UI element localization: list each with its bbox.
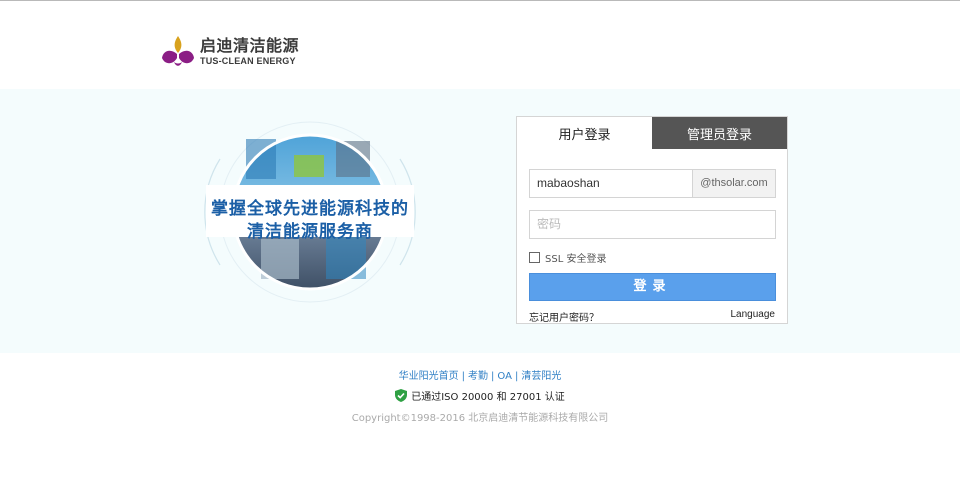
- separator: |: [514, 371, 519, 382]
- username-field[interactable]: mabaoshan @thsolar.com: [529, 169, 776, 198]
- footer-link-oa[interactable]: OA: [497, 371, 512, 382]
- footer-link-qingyun[interactable]: 清芸阳光: [521, 371, 561, 382]
- slogan-line-2: 清洁能源服务商: [247, 222, 373, 242]
- login-panel: 用户登录 管理员登录 mabaoshan @thsolar.com 密码 SSL…: [516, 116, 788, 324]
- copyright: Copyright©1998-2016 北京启迪清节能源科技有限公司: [351, 413, 609, 424]
- tab-user-login[interactable]: 用户登录: [517, 117, 652, 149]
- footer-links: 华业阳光首页 | 考勤 | OA | 清芸阳光: [0, 367, 960, 382]
- email-domain-suffix: @thsolar.com: [692, 170, 775, 197]
- separator: |: [491, 371, 495, 382]
- tab-admin-login[interactable]: 管理员登录: [652, 117, 787, 149]
- footer-link-attendance[interactable]: 考勤: [468, 371, 488, 382]
- iso-text: 已通过ISO 20000 和 27001 认证: [411, 392, 565, 403]
- language-link[interactable]: Language: [731, 309, 776, 320]
- iso-certification: 已通过ISO 20000 和 27001 认证: [0, 388, 960, 403]
- ssl-label: SSL 安全登录: [545, 254, 607, 265]
- logo-chinese-name: 启迪清洁能源: [200, 36, 300, 55]
- tus-clean-energy-logo-icon: [162, 36, 194, 66]
- hero-band: [0, 89, 960, 353]
- login-button[interactable]: 登录: [529, 273, 776, 301]
- username-input[interactable]: mabaoshan: [530, 170, 692, 197]
- logo: 启迪清洁能源 TUS-CLEAN ENERGY: [160, 34, 299, 70]
- forgot-password-link[interactable]: 忘记用户密码？: [529, 309, 599, 324]
- separator: |: [461, 371, 466, 382]
- slogan-line-1: 掌握全球先进能源科技的: [211, 199, 409, 219]
- shield-check-icon: [395, 389, 408, 402]
- logo-english-name: TUS-CLEAN ENERGY: [200, 56, 296, 66]
- password-input[interactable]: 密码: [529, 210, 776, 239]
- footer-link-home[interactable]: 华业阳光首页: [399, 371, 459, 382]
- ssl-checkbox[interactable]: [529, 252, 540, 263]
- login-tabs: 用户登录 管理员登录: [517, 117, 787, 149]
- ssl-option[interactable]: SSL 安全登录: [529, 250, 606, 265]
